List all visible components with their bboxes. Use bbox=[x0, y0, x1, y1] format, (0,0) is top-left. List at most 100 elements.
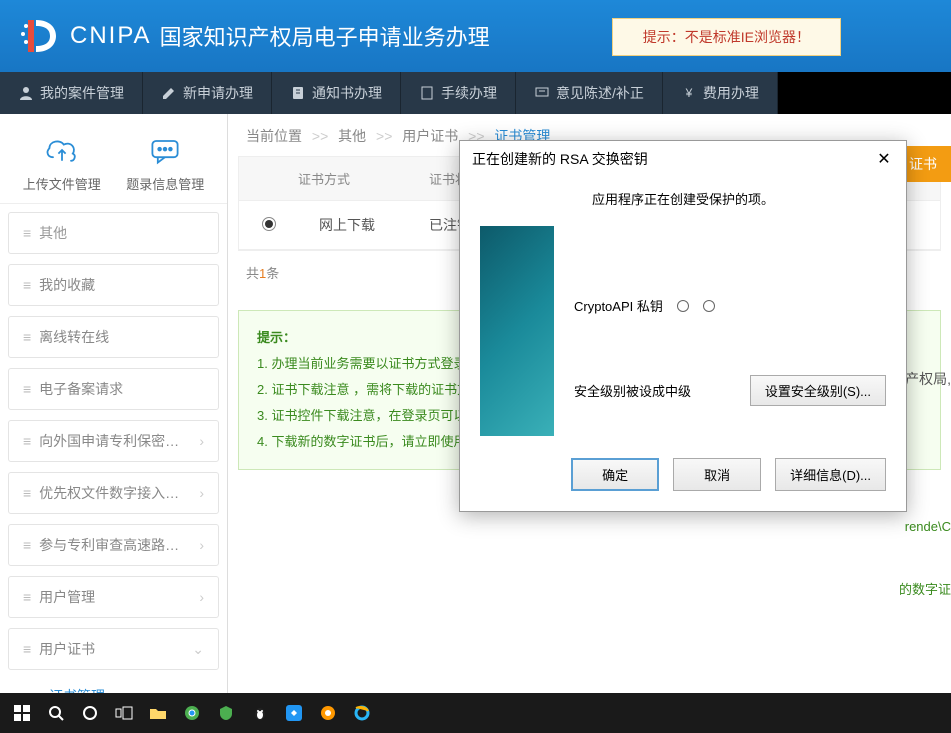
cancel-button[interactable]: 取消 bbox=[673, 458, 761, 491]
action-label: 上传文件管理 bbox=[23, 174, 101, 193]
chevron-right-icon: › bbox=[199, 485, 204, 501]
nav-label: 我的案件管理 bbox=[40, 83, 124, 103]
circle-icon bbox=[82, 705, 98, 721]
nav-label: 通知书办理 bbox=[312, 83, 382, 103]
sidebar-item-priority[interactable]: ≡优先权文件数字接入…› bbox=[8, 472, 219, 514]
breadcrumb-label: 当前位置 bbox=[246, 128, 302, 144]
edit-icon bbox=[161, 85, 177, 101]
action-label: 题录信息管理 bbox=[126, 174, 204, 193]
chevron-right-icon: › bbox=[199, 589, 204, 605]
item-label: 参与专利审查高速路… bbox=[39, 535, 179, 555]
menu-icon: ≡ bbox=[23, 277, 31, 293]
security-label: 安全级别被设成中级 bbox=[574, 381, 691, 400]
sidebar-item-favorites[interactable]: ≡我的收藏 bbox=[8, 264, 219, 306]
dialog-body: 应用程序正在创建受保护的项。 CryptoAPI 私钥 安全级别被设成中级 设置… bbox=[460, 177, 906, 511]
nav-label: 新申请办理 bbox=[183, 83, 253, 103]
close-icon[interactable]: ✕ bbox=[874, 149, 894, 169]
nav-opinion[interactable]: 意见陈述/补正 bbox=[516, 72, 663, 114]
row-radio-cell[interactable] bbox=[239, 203, 299, 248]
set-security-button[interactable]: 设置安全级别(S)... bbox=[750, 375, 886, 406]
ie-button[interactable] bbox=[346, 697, 378, 729]
upload-file-mgmt[interactable]: 上传文件管理 bbox=[23, 134, 101, 193]
cnipa-logo-icon bbox=[20, 16, 60, 56]
cloud-upload-icon bbox=[44, 134, 80, 166]
taskview-button[interactable] bbox=[108, 697, 140, 729]
sidebar-section-other[interactable]: ≡其他 bbox=[8, 212, 219, 254]
orange-app-button[interactable] bbox=[312, 697, 344, 729]
radio-icon[interactable] bbox=[677, 300, 689, 312]
radio-icon[interactable] bbox=[703, 300, 715, 312]
menu-icon: ≡ bbox=[23, 381, 31, 397]
sidebar-list: ≡其他 ≡我的收藏 ≡离线转在线 ≡电子备案请求 ≡向外国申请专利保密…› ≡优… bbox=[0, 204, 227, 693]
breadcrumb-sep: >> bbox=[312, 128, 328, 144]
sidebar-item-usercert[interactable]: ≡用户证书⌄ bbox=[8, 628, 219, 670]
blue-app-button[interactable] bbox=[278, 697, 310, 729]
tip-text: 办理当前业务需要以证书方式登录 bbox=[271, 356, 466, 371]
qq-button[interactable] bbox=[244, 697, 276, 729]
nav-fees[interactable]: ¥费用办理 bbox=[663, 72, 778, 114]
book-icon bbox=[290, 85, 306, 101]
truncated-text: 的数字证 bbox=[899, 579, 951, 598]
taskbar bbox=[0, 693, 951, 733]
money-icon: ¥ bbox=[681, 85, 697, 101]
truncated-text: rende\C bbox=[905, 519, 951, 534]
breadcrumb-link[interactable]: 用户证书 bbox=[402, 128, 458, 144]
pg-prefix: 共 bbox=[246, 266, 259, 281]
col-cert-method: 证书方式 bbox=[239, 157, 409, 200]
folder-icon bbox=[149, 706, 167, 720]
tip-text: 证书控件下载注意，在登录页可以 bbox=[271, 408, 466, 423]
breadcrumb-sep: >> bbox=[376, 128, 392, 144]
cortana-button[interactable] bbox=[74, 697, 106, 729]
rsa-key-dialog: 正在创建新的 RSA 交换密钥 ✕ 应用程序正在创建受保护的项。 CryptoA… bbox=[459, 140, 907, 512]
app-icon bbox=[286, 705, 302, 721]
dialog-actions: 确定 取消 详细信息(D)... bbox=[480, 458, 886, 491]
section-label: 其他 bbox=[39, 223, 67, 243]
browser-alert: 提示：不是标准IE浏览器！ bbox=[612, 18, 841, 56]
item-label: 用户证书 bbox=[39, 639, 95, 659]
ie-icon bbox=[354, 705, 370, 721]
chevron-right-icon: › bbox=[199, 537, 204, 553]
sidebar-item-efile[interactable]: ≡电子备案请求 bbox=[8, 368, 219, 410]
key-image bbox=[480, 226, 554, 436]
sidebar-item-review[interactable]: ≡ 参与专利审查高速路… › bbox=[8, 524, 219, 566]
sidebar-item-usermgmt[interactable]: ≡用户管理› bbox=[8, 576, 219, 618]
chrome-button[interactable] bbox=[176, 697, 208, 729]
menu-icon: ≡ bbox=[23, 485, 31, 501]
menu-icon: ≡ bbox=[23, 537, 31, 553]
explorer-button[interactable] bbox=[142, 697, 174, 729]
msg-icon bbox=[534, 85, 550, 101]
tip-text: 证书下载注意 ，需将下载的证书文 bbox=[271, 382, 470, 397]
nav-notice[interactable]: 通知书办理 bbox=[272, 72, 401, 114]
file-icon bbox=[419, 85, 435, 101]
menu-icon: ≡ bbox=[23, 589, 31, 605]
ok-button[interactable]: 确定 bbox=[571, 458, 659, 491]
menu-icon: ≡ bbox=[23, 433, 31, 449]
nav-spacer bbox=[778, 72, 951, 114]
dialog-message: 应用程序正在创建受保护的项。 bbox=[480, 189, 886, 208]
app-icon bbox=[320, 705, 336, 721]
shield-icon bbox=[218, 705, 234, 721]
nav-label: 意见陈述/补正 bbox=[556, 83, 644, 103]
pg-suffix: 条 bbox=[266, 266, 279, 281]
details-button[interactable]: 详细信息(D)... bbox=[775, 458, 886, 491]
main-nav: 我的案件管理 新申请办理 通知书办理 手续办理 意见陈述/补正 ¥费用办理 bbox=[0, 72, 951, 114]
security-row: 安全级别被设成中级 设置安全级别(S)... bbox=[574, 375, 886, 406]
app-360-button[interactable] bbox=[210, 697, 242, 729]
sidebar-item-foreign[interactable]: ≡向外国申请专利保密…› bbox=[8, 420, 219, 462]
sidebar-sub-certmgmt[interactable]: 证书管理 bbox=[8, 680, 219, 693]
cell-method: 网上下载 bbox=[299, 201, 409, 249]
search-button[interactable] bbox=[40, 697, 72, 729]
start-button[interactable] bbox=[6, 697, 38, 729]
menu-icon: ≡ bbox=[23, 641, 31, 657]
sidebar-item-offline[interactable]: ≡离线转在线 bbox=[8, 316, 219, 358]
nav-new-application[interactable]: 新申请办理 bbox=[143, 72, 272, 114]
nav-my-cases[interactable]: 我的案件管理 bbox=[0, 72, 143, 114]
alert-message: 不是标准IE浏览器！ bbox=[685, 29, 810, 45]
biblio-info-mgmt[interactable]: 题录信息管理 bbox=[126, 134, 204, 193]
chevron-right-icon: › bbox=[199, 433, 204, 449]
key-name-row: CryptoAPI 私钥 bbox=[574, 296, 886, 315]
nav-procedure[interactable]: 手续办理 bbox=[401, 72, 516, 114]
breadcrumb-link[interactable]: 其他 bbox=[338, 128, 366, 144]
radio-checked-icon[interactable] bbox=[262, 217, 276, 231]
item-label: 离线转在线 bbox=[39, 327, 109, 347]
